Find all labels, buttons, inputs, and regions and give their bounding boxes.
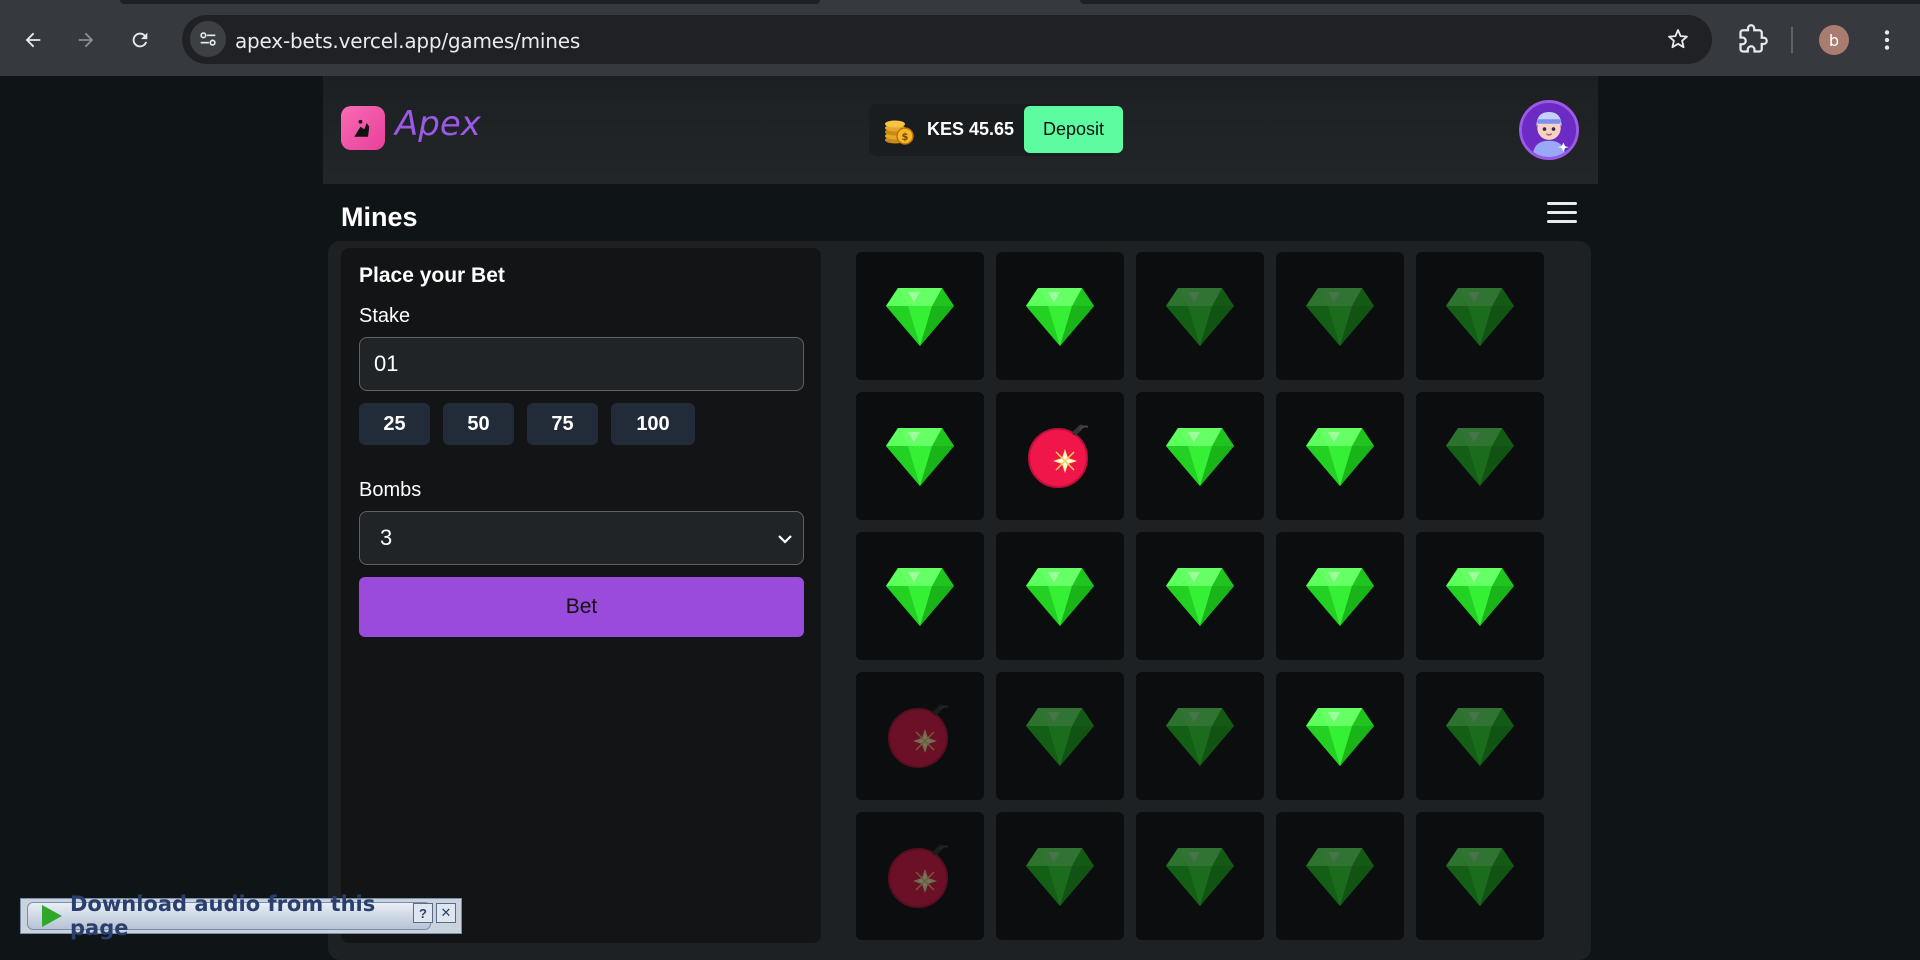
chevron-down-icon (778, 535, 792, 544)
download-audio-label: Download audio from this page (70, 892, 376, 940)
user-avatar[interactable] (1519, 100, 1579, 160)
mine-tile-r3-c1[interactable] (856, 532, 984, 660)
quick-amount-50[interactable]: 50 (443, 403, 514, 445)
profile-avatar[interactable]: b (1819, 25, 1849, 55)
mine-tile-r3-c4[interactable] (1276, 532, 1404, 660)
browser-menu-icon[interactable] (1874, 24, 1900, 56)
gem-icon (1444, 564, 1516, 628)
mine-tile-r1-c5[interactable] (1416, 252, 1544, 380)
url-text: apex-bets.vercel.app/games/mines (235, 29, 581, 53)
help-button[interactable]: ? (413, 903, 433, 923)
gem-icon (1024, 704, 1096, 768)
arrow-left-icon (25, 32, 41, 48)
mine-tile-r3-c2[interactable] (996, 532, 1124, 660)
site-settings-icon[interactable] (190, 21, 226, 57)
bomb-icon (885, 701, 955, 771)
bookmark-star-icon[interactable] (1666, 27, 1690, 51)
gem-icon (884, 284, 956, 348)
bet-panel: Place your Bet Stake 25 50 75 100 Bombs … (341, 248, 821, 943)
mine-tile-r1-c1[interactable] (856, 252, 984, 380)
mine-tile-r5-c3[interactable] (1136, 812, 1264, 940)
gem-icon (1304, 424, 1376, 488)
mine-tile-r4-c4[interactable] (1276, 672, 1404, 800)
extensions-icon[interactable] (1738, 24, 1768, 54)
download-audio-button[interactable]: Download audio from this page (27, 892, 431, 940)
gem-icon (1444, 704, 1516, 768)
gem-icon (1024, 844, 1096, 908)
app-header: Apex $ KES 45.65 Deposit (323, 76, 1598, 184)
mine-tile-r4-c2[interactable] (996, 672, 1124, 800)
coins-icon: $ (885, 120, 914, 145)
deposit-button[interactable]: Deposit (1024, 106, 1123, 153)
bet-button[interactable]: Bet (359, 577, 804, 637)
stake-input[interactable] (359, 337, 804, 391)
back-button[interactable] (15, 22, 51, 58)
mine-tile-r5-c4[interactable] (1276, 812, 1404, 940)
mine-tile-r2-c4[interactable] (1276, 392, 1404, 520)
mine-tile-r5-c1[interactable] (856, 812, 984, 940)
arrow-right-icon (78, 32, 94, 48)
toolbar-divider (1791, 27, 1793, 53)
reload-button[interactable] (122, 22, 158, 58)
reload-icon (132, 32, 148, 48)
gem-icon (1444, 284, 1516, 348)
mine-tile-r2-c3[interactable] (1136, 392, 1264, 520)
mines-board (856, 252, 1546, 942)
apex-logo-icon[interactable] (341, 106, 385, 150)
gem-icon (1444, 844, 1516, 908)
gem-icon (1444, 424, 1516, 488)
svg-text:$: $ (902, 132, 909, 143)
gem-icon (884, 564, 956, 628)
bomb-icon (885, 841, 955, 911)
stake-label: Stake (359, 305, 411, 327)
gem-icon (1164, 844, 1236, 908)
gem-icon (1164, 424, 1236, 488)
mine-tile-r3-c3[interactable] (1136, 532, 1264, 660)
bombs-select[interactable]: 3 (359, 511, 804, 565)
brand-name[interactable]: Apex (395, 104, 481, 144)
bet-panel-title: Place your Bet (359, 264, 505, 287)
mine-tile-r2-c1[interactable] (856, 392, 984, 520)
mine-tile-r1-c2[interactable] (996, 252, 1124, 380)
play-icon (42, 905, 62, 927)
mine-tile-r1-c4[interactable] (1276, 252, 1404, 380)
gem-icon (1164, 704, 1236, 768)
audio-download-bar: Download audio from this page ? ✕ (20, 892, 462, 940)
gem-icon (1304, 704, 1376, 768)
mine-tile-r4-c5[interactable] (1416, 672, 1544, 800)
bombs-selected-value: 3 (380, 525, 393, 550)
forward-button[interactable] (68, 22, 104, 58)
tab-strip (120, 0, 820, 4)
gem-icon (1304, 284, 1376, 348)
gem-icon (1164, 284, 1236, 348)
browser-chrome: apex-bets.vercel.app/games/mines b (0, 0, 1920, 76)
quick-amount-25[interactable]: 25 (359, 403, 430, 445)
page-title: Mines (341, 202, 418, 232)
hamburger-menu-icon[interactable] (1547, 200, 1577, 226)
gem-icon (1164, 564, 1236, 628)
mine-tile-r5-c5[interactable] (1416, 812, 1544, 940)
gem-icon (1024, 284, 1096, 348)
bomb-icon (1025, 421, 1095, 491)
gem-icon (1304, 844, 1376, 908)
mine-tile-r1-c3[interactable] (1136, 252, 1264, 380)
mine-tile-r5-c2[interactable] (996, 812, 1124, 940)
mine-tile-r2-c2[interactable] (996, 392, 1124, 520)
quick-amount-100[interactable]: 100 (611, 403, 695, 445)
tab-strip-right (1080, 0, 1920, 4)
balance-amount: KES 45.65 (927, 119, 1015, 139)
balance-box: $ KES 45.65 Deposit (869, 104, 1123, 156)
address-bar[interactable]: apex-bets.vercel.app/games/mines (182, 15, 1712, 64)
gem-icon (884, 424, 956, 488)
gem-icon (1304, 564, 1376, 628)
close-button[interactable]: ✕ (436, 903, 456, 923)
mine-tile-r2-c5[interactable] (1416, 392, 1544, 520)
quick-amount-75[interactable]: 75 (527, 403, 598, 445)
mine-tile-r4-c1[interactable] (856, 672, 984, 800)
mine-tile-r3-c5[interactable] (1416, 532, 1544, 660)
bombs-label: Bombs (359, 479, 422, 501)
gem-icon (1024, 564, 1096, 628)
mine-tile-r4-c3[interactable] (1136, 672, 1264, 800)
